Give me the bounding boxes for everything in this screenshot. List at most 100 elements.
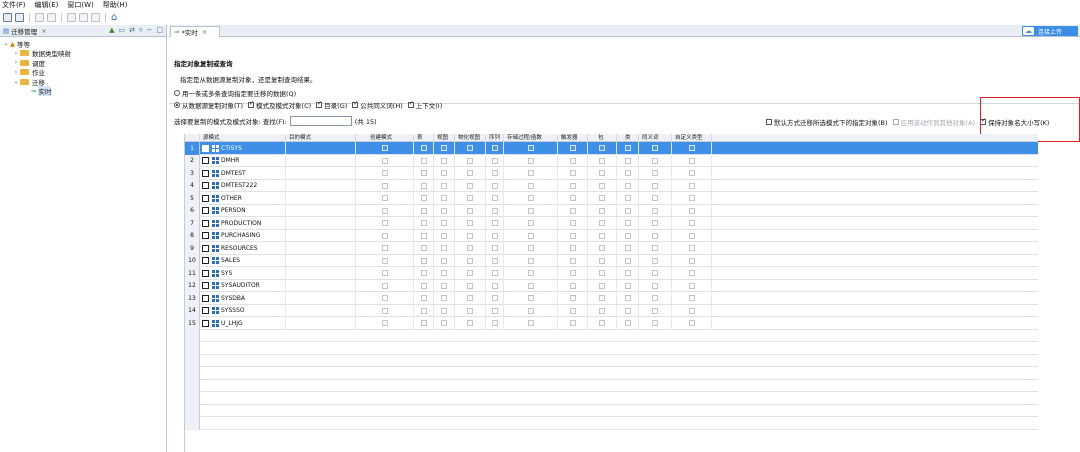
class-cell[interactable] (617, 179, 639, 192)
custom-type-cell[interactable] (672, 204, 712, 217)
synonym-checkbox[interactable] (652, 232, 658, 239)
table-cell[interactable] (414, 142, 434, 155)
table-checkbox[interactable] (420, 307, 427, 314)
create-schema-checkbox[interactable] (381, 157, 388, 164)
menu-file[interactable]: 文件(F) (2, 0, 26, 10)
custom-type-checkbox[interactable] (688, 195, 695, 202)
table-row[interactable]: 6 PERSON (185, 204, 1038, 217)
class-checkbox[interactable] (624, 232, 631, 239)
mview-cell[interactable] (455, 204, 486, 217)
package-cell[interactable] (588, 142, 617, 155)
row-checkbox[interactable] (202, 144, 209, 152)
mview-checkbox[interactable] (467, 282, 473, 289)
procedure-cell[interactable] (504, 154, 558, 167)
link-icon[interactable]: ⇄ (129, 26, 135, 34)
procedure-checkbox[interactable] (527, 207, 534, 214)
view-cell[interactable] (434, 192, 455, 205)
synonym-checkbox[interactable] (652, 170, 658, 177)
target-schema-cell[interactable] (286, 142, 356, 155)
column-header[interactable]: 视图 (434, 134, 455, 142)
table-checkbox[interactable] (420, 195, 427, 202)
save-icon[interactable] (3, 12, 12, 22)
sequence-checkbox[interactable] (491, 195, 498, 202)
view-cell[interactable] (434, 279, 455, 292)
source-schema-cell[interactable]: OTHER (200, 192, 286, 205)
synonym-checkbox[interactable] (652, 220, 658, 227)
view-cell[interactable] (434, 304, 455, 317)
expanded-icon[interactable]: ⌄ (2, 40, 10, 47)
radio-copy[interactable] (174, 102, 180, 108)
view-checkbox[interactable] (441, 257, 447, 264)
package-cell[interactable] (588, 254, 617, 267)
class-checkbox[interactable] (624, 170, 631, 177)
mview-checkbox[interactable] (467, 182, 473, 189)
synonym-cell[interactable] (639, 304, 672, 317)
minimize-icon[interactable]: − (147, 26, 153, 34)
table-row[interactable]: 8 PURCHASING (185, 229, 1038, 242)
create-schema-checkbox[interactable] (381, 232, 388, 239)
custom-type-checkbox[interactable] (688, 270, 695, 277)
close-icon[interactable]: × (41, 27, 46, 35)
view-checkbox[interactable] (441, 145, 447, 152)
target-schema-cell[interactable] (286, 292, 356, 305)
share-button[interactable]: ☁ 连接上传 (1022, 26, 1078, 36)
source-schema-cell[interactable]: SYSDBA (200, 292, 286, 305)
view-checkbox[interactable] (441, 220, 447, 227)
mview-cell[interactable] (455, 217, 486, 230)
sequence-cell[interactable] (486, 317, 504, 330)
procedure-checkbox[interactable] (527, 182, 534, 189)
class-checkbox[interactable] (624, 157, 631, 164)
sequence-checkbox[interactable] (491, 145, 498, 152)
class-checkbox[interactable] (624, 245, 631, 252)
class-checkbox[interactable] (624, 257, 631, 264)
view-cell[interactable] (434, 254, 455, 267)
row-checkbox[interactable] (202, 307, 209, 315)
row-checkbox[interactable] (202, 157, 209, 165)
synonym-cell[interactable] (639, 292, 672, 305)
class-cell[interactable] (617, 304, 639, 317)
custom-type-checkbox[interactable] (688, 157, 695, 164)
synonym-cell[interactable] (639, 317, 672, 330)
trigger-cell[interactable] (558, 142, 588, 155)
column-header[interactable]: 同义词 (639, 134, 672, 142)
table-cell[interactable] (414, 192, 434, 205)
table-cell[interactable] (414, 292, 434, 305)
search-input[interactable] (289, 116, 352, 126)
create-schema-cell[interactable] (356, 254, 414, 267)
table-checkbox[interactable] (420, 257, 427, 264)
checkbox-public-synonym[interactable] (352, 100, 358, 108)
sequence-cell[interactable] (486, 192, 504, 205)
target-schema-cell[interactable] (286, 229, 356, 242)
table-row[interactable]: 10 SALES (185, 254, 1038, 267)
row-checkbox[interactable] (202, 169, 209, 177)
panel-tab[interactable]: ▤ 迁移管理 × ▲ ▭ ⇄ ▿ − □ (0, 25, 166, 37)
class-checkbox[interactable] (624, 195, 631, 202)
table-row[interactable]: 11 SYS (185, 267, 1038, 280)
table-row[interactable]: 9 RESOURCES (185, 242, 1038, 255)
procedure-checkbox[interactable] (527, 195, 534, 202)
class-checkbox[interactable] (624, 207, 631, 214)
save-all-icon[interactable] (15, 12, 24, 22)
synonym-checkbox[interactable] (652, 182, 658, 189)
procedure-checkbox[interactable] (527, 320, 534, 327)
tree-item-jobs[interactable]: › 作业 (0, 68, 166, 78)
procedure-cell[interactable] (504, 279, 558, 292)
class-checkbox[interactable] (624, 320, 631, 327)
class-checkbox[interactable] (624, 220, 631, 227)
table-checkbox[interactable] (420, 145, 427, 152)
column-header[interactable]: 类 (617, 134, 639, 142)
mview-checkbox[interactable] (467, 195, 473, 202)
procedure-checkbox[interactable] (527, 170, 534, 177)
trigger-cell[interactable] (558, 192, 588, 205)
trigger-cell[interactable] (558, 304, 588, 317)
custom-type-cell[interactable] (672, 192, 712, 205)
create-schema-cell[interactable] (356, 317, 414, 330)
synonym-cell[interactable] (639, 192, 672, 205)
custom-type-cell[interactable] (672, 229, 712, 242)
table-checkbox[interactable] (420, 157, 427, 164)
create-schema-checkbox[interactable] (381, 295, 388, 302)
sequence-checkbox[interactable] (491, 182, 498, 189)
procedure-checkbox[interactable] (527, 145, 534, 152)
row-checkbox[interactable] (202, 182, 209, 190)
table-row[interactable]: 13 SYSDBA (185, 292, 1038, 305)
